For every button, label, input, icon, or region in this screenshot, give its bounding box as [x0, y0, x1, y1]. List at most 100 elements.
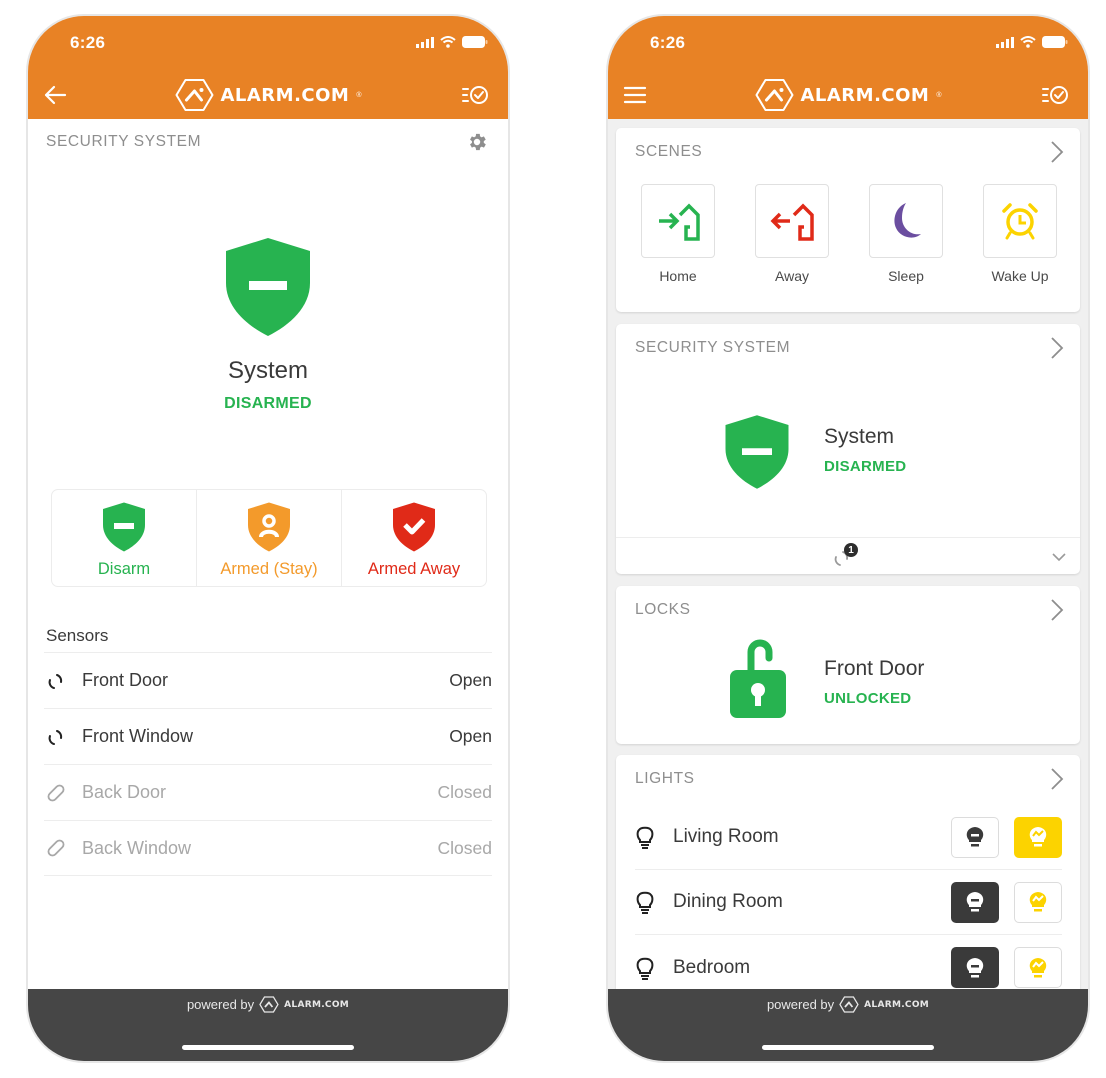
security-card-footer: 1 [616, 537, 1080, 574]
light-row-living-room: Living Room [635, 805, 1062, 870]
security-content: SECURITY SYSTEM System DISARMED Disarm A… [28, 119, 508, 992]
scene-home[interactable]: Home [641, 184, 715, 284]
wifi-icon [440, 36, 456, 48]
bulb-on-icon [1029, 827, 1047, 847]
scene-away-tile[interactable] [755, 184, 829, 258]
light-toggle-group [951, 881, 1062, 923]
back-button[interactable] [38, 78, 72, 112]
dashboard-content: SCENES Home Away Sleep Wake Up SECURITY … [608, 119, 1088, 992]
alarm-com-logo: ALARM.COM ® [754, 78, 942, 112]
scene-away[interactable]: Away [755, 184, 829, 284]
light-name: Living Room [673, 826, 779, 847]
sensor-row-back-door[interactable]: Back Door Closed [44, 764, 492, 820]
locks-card[interactable]: LOCKS Front Door UNLOCKED [616, 586, 1080, 744]
scenes-card: SCENES Home Away Sleep Wake Up [616, 128, 1080, 312]
sensor-list: Front Door Open Front Window Open Back D… [44, 652, 492, 876]
footer-bar: powered by ALARM.COM [608, 989, 1088, 1061]
armed-away-button[interactable]: Armed Away [342, 490, 486, 586]
locks-title: LOCKS [635, 601, 691, 618]
security-shield [724, 414, 790, 495]
open-sensors-badge: 1 [844, 543, 858, 557]
settings-button[interactable] [466, 131, 488, 158]
nav-bar: ALARM.COM ® [608, 74, 1088, 118]
sensor-name: Front Window [82, 726, 194, 746]
arm-mode-panel: Disarm Armed (Stay) Armed Away [51, 489, 487, 587]
light-toggle-group [951, 947, 1062, 988]
lights-more-button[interactable] [1050, 767, 1064, 796]
gear-icon [470, 133, 486, 151]
scene-sleep-tile[interactable] [869, 184, 943, 258]
open-sensors-indicator[interactable]: 1 [832, 543, 862, 567]
lightbulb-outline-icon [635, 825, 655, 849]
light-name: Bedroom [673, 956, 751, 978]
scenes-more-button[interactable] [1050, 140, 1064, 169]
security-card[interactable]: SECURITY SYSTEM System DISARMED 1 [616, 324, 1080, 574]
light-list: Living Room Dining Room Bedroom [635, 805, 1062, 992]
light-row-dining-room: Dining Room [635, 870, 1062, 935]
lock-state: UNLOCKED [824, 690, 912, 707]
chevron-right-icon [1051, 768, 1064, 790]
sensor-name: Front Door [82, 670, 169, 690]
bulb-off-icon [966, 957, 984, 977]
armed-away-label: Armed Away [367, 560, 461, 578]
lock-status-icon[interactable] [728, 638, 788, 725]
top-bar: 6:26 ALARM.COM ® [608, 16, 1088, 119]
bulb-off-icon [966, 827, 984, 847]
light-on-button[interactable] [1014, 816, 1062, 858]
expand-button[interactable] [1052, 549, 1066, 567]
activity-button[interactable] [1038, 78, 1072, 112]
list-check-icon [1042, 86, 1068, 104]
light-off-button[interactable] [951, 816, 999, 858]
scene-wake-up[interactable]: Wake Up [983, 184, 1057, 284]
footer-bar: powered by ALARM.COM [28, 989, 508, 1061]
system-state: DISARMED [224, 395, 312, 412]
security-system-name: System [824, 425, 895, 448]
home-indicator[interactable] [182, 1045, 354, 1050]
system-status-shield [224, 237, 312, 342]
scene-label: Sleep [888, 268, 924, 284]
activity-button[interactable] [458, 78, 492, 112]
powered-by-text: powered by [766, 997, 835, 1012]
light-on-button[interactable] [1014, 881, 1062, 923]
scene-sleep[interactable]: Sleep [869, 184, 943, 284]
security-title: SECURITY SYSTEM [635, 339, 791, 356]
chevron-right-icon [1051, 337, 1064, 359]
phone-security-screen: 6:26 ALARM.COM ® SECURITY SYSTEM System … [26, 14, 510, 1063]
sensor-row-back-window[interactable]: Back Window Closed [44, 820, 492, 876]
nav-bar: ALARM.COM ® [28, 74, 508, 118]
sensor-status: Closed [437, 837, 492, 858]
locks-more-button[interactable] [1050, 598, 1064, 627]
system-name: System [227, 357, 308, 384]
sensor-row-front-door[interactable]: Front Door Open [44, 652, 492, 708]
light-row-bedroom: Bedroom [635, 935, 1062, 992]
sensor-row-front-window[interactable]: Front Window Open [44, 708, 492, 764]
home-indicator[interactable] [762, 1045, 934, 1050]
disarm-button[interactable]: Disarm [52, 490, 197, 586]
shield-check-icon [393, 502, 435, 552]
battery-icon [1042, 36, 1068, 48]
light-on-button[interactable] [1014, 947, 1062, 988]
powered-by-brand: ALARM.COM [284, 999, 350, 1010]
sensor-status: Open [449, 670, 492, 690]
powered-by-brand: ALARM.COM [864, 999, 930, 1010]
shield-disarmed-icon [226, 238, 310, 336]
sensor-closed-icon [44, 781, 68, 805]
chevron-right-icon [1051, 599, 1064, 621]
armed-stay-label: Armed (Stay) [220, 560, 318, 578]
scene-home-tile[interactable] [641, 184, 715, 258]
light-off-button[interactable] [951, 881, 999, 923]
security-system-state: DISARMED [824, 458, 907, 475]
security-more-button[interactable] [1050, 336, 1064, 365]
logo-text: ALARM.COM [220, 84, 350, 106]
lightbulb-outline-icon [635, 956, 655, 980]
battery-icon [462, 36, 488, 48]
light-off-button[interactable] [951, 947, 999, 988]
scene-wake-up-tile[interactable] [983, 184, 1057, 258]
lightbulb-outline-icon [635, 890, 655, 914]
armed-stay-button[interactable]: Armed (Stay) [197, 490, 342, 586]
lock-name: Front Door [824, 657, 925, 680]
phone-dashboard-screen: 6:26 ALARM.COM ® SCENES Home Away Sleep … [606, 14, 1090, 1063]
light-toggle-group [951, 816, 1062, 858]
menu-button[interactable] [618, 78, 652, 112]
status-icons [416, 36, 488, 48]
